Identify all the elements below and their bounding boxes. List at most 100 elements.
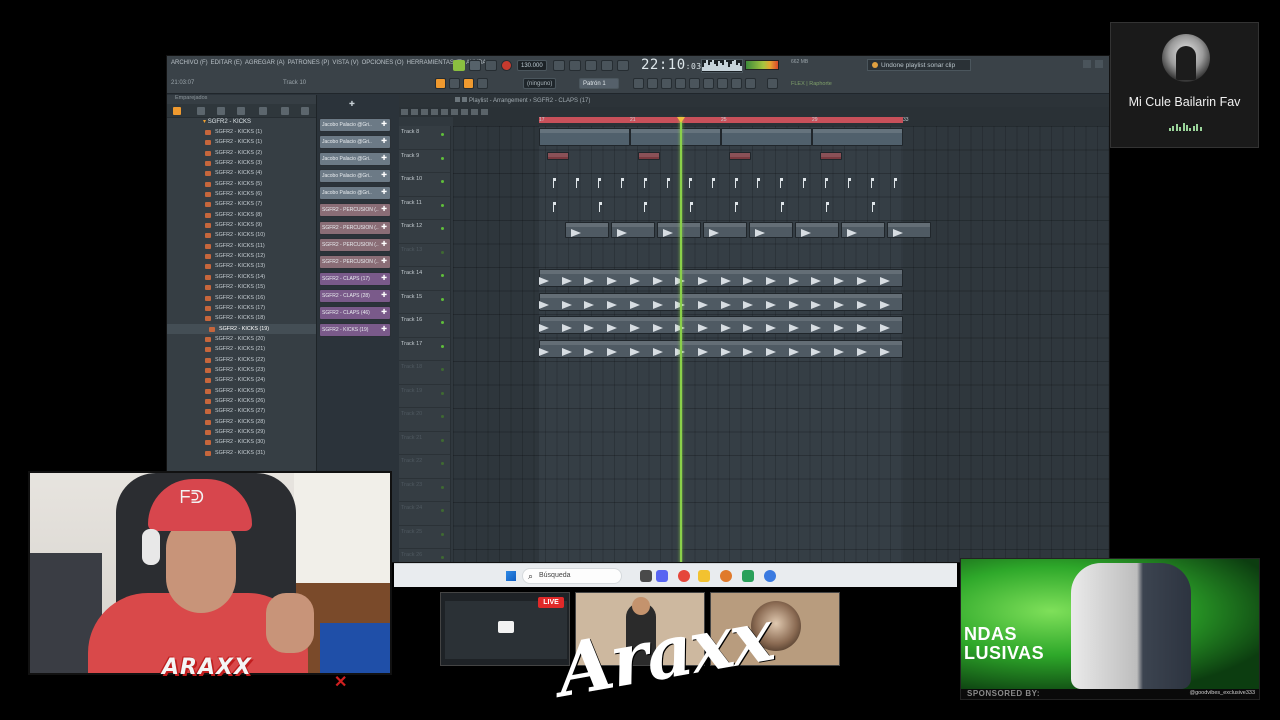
browser-back-icon[interactable] bbox=[197, 107, 205, 115]
track-header[interactable]: Track 25 bbox=[399, 526, 450, 549]
track-header[interactable]: Track 23 bbox=[399, 479, 450, 502]
browser-folder[interactable]: SGFR2 - KICKS bbox=[167, 118, 316, 127]
arrangement-grid[interactable] bbox=[453, 126, 1109, 562]
stop-button[interactable] bbox=[485, 60, 497, 71]
pattern-selector[interactable]: (ninguno) bbox=[523, 78, 557, 89]
obs-icon[interactable] bbox=[764, 570, 776, 582]
browser-item[interactable]: SGFR2 - KICKS (16) bbox=[167, 293, 316, 303]
clip-source-item[interactable]: SGFR2 - CLAPS (46) bbox=[319, 306, 391, 321]
browser-star-icon[interactable] bbox=[281, 107, 289, 115]
browser-item[interactable]: SGFR2 - KICKS (28) bbox=[167, 417, 316, 427]
snap-icon[interactable] bbox=[435, 78, 446, 89]
clip-source-item[interactable]: SGFR2 - KICKS (19) bbox=[319, 323, 391, 338]
clip-source-item[interactable]: SGFR2 - CLAPS (17) bbox=[319, 271, 391, 286]
track-header[interactable]: Track 24 bbox=[399, 502, 450, 526]
menu-item[interactable]: VISTA (V) bbox=[332, 60, 358, 66]
zoom-tool-icon[interactable] bbox=[471, 109, 478, 115]
clip-source-item[interactable]: Jacobo Palacio @Gri.. bbox=[319, 169, 391, 184]
browser-item[interactable]: SGFR2 - KICKS (14) bbox=[167, 272, 316, 282]
browser-item[interactable]: SGFR2 - KICKS (21) bbox=[167, 344, 316, 354]
time-display[interactable]: 22:10:03 bbox=[641, 57, 702, 73]
browser-forward-icon[interactable] bbox=[217, 107, 225, 115]
clip-source-item[interactable]: Jacobo Palacio @Gri.. bbox=[319, 152, 391, 167]
slip-tool-icon[interactable] bbox=[441, 109, 448, 115]
delete-tool-icon[interactable] bbox=[421, 109, 428, 115]
track-header[interactable]: Track 19 bbox=[399, 385, 450, 408]
clip-source-item[interactable]: SGFR2 - PERCUSION (.. bbox=[319, 254, 391, 269]
minimize-icon[interactable] bbox=[1083, 60, 1091, 68]
browser-item[interactable]: SGFR2 - KICKS (11) bbox=[167, 241, 316, 251]
menu-item[interactable]: OPCIONES (O) bbox=[362, 60, 404, 66]
track-header[interactable]: Track 26 bbox=[399, 549, 450, 562]
paint-tool-icon[interactable] bbox=[411, 109, 418, 115]
blend-notes-icon[interactable] bbox=[601, 60, 613, 71]
track-header[interactable]: Track 16 bbox=[399, 314, 450, 338]
mic-icon[interactable] bbox=[731, 78, 742, 89]
wait-input-icon[interactable] bbox=[569, 60, 581, 71]
track-header[interactable]: Track 20 bbox=[399, 408, 450, 432]
news-icon[interactable] bbox=[767, 78, 778, 89]
play-button[interactable] bbox=[469, 60, 481, 71]
channel-rack-icon[interactable] bbox=[647, 78, 658, 89]
loop-record-icon[interactable] bbox=[617, 60, 629, 71]
pattern-clip[interactable] bbox=[630, 128, 721, 146]
browser-item[interactable]: SGFR2 - KICKS (1) bbox=[167, 137, 316, 147]
browser-item[interactable]: SGFR2 - KICKS (4) bbox=[167, 168, 316, 178]
track-header[interactable]: Track 18 bbox=[399, 361, 450, 385]
track-header[interactable]: Track 22 bbox=[399, 455, 450, 479]
clip-source-item[interactable]: SGFR2 - PERCUSION (.. bbox=[319, 203, 391, 218]
playlist-snap-icon[interactable] bbox=[462, 97, 467, 102]
track-header[interactable]: Track 8 bbox=[399, 126, 450, 150]
pattern-clip[interactable] bbox=[729, 152, 751, 160]
app-icon[interactable] bbox=[742, 570, 754, 582]
mute-tool-icon[interactable] bbox=[431, 109, 438, 115]
plugin-picker-icon[interactable] bbox=[689, 78, 700, 89]
fl-studio-taskbar-icon[interactable] bbox=[720, 570, 732, 582]
browser-item[interactable]: SGFR2 - KICKS (7) bbox=[167, 199, 316, 209]
browser-menu-icon[interactable] bbox=[173, 107, 181, 115]
browser-item[interactable]: SGFR2 - KICKS (26) bbox=[167, 396, 316, 406]
browser-item[interactable]: SGFR2 - KICKS (22) bbox=[167, 355, 316, 365]
taskbar-search[interactable]: Búsqueda bbox=[522, 568, 622, 584]
clip-source-item[interactable]: Jacobo Palacio @Gri.. bbox=[319, 118, 391, 132]
menu-item[interactable]: AGREGAR (A) bbox=[245, 60, 285, 66]
menu-item[interactable]: PATRONES (P) bbox=[288, 60, 330, 66]
windows-start-icon[interactable] bbox=[506, 571, 516, 581]
file-explorer-icon[interactable] bbox=[698, 570, 710, 582]
browser-item[interactable]: SGFR2 - KICKS (12) bbox=[167, 251, 316, 261]
countdown-icon[interactable] bbox=[585, 60, 597, 71]
clip-source-item[interactable]: Jacobo Palacio @Gri.. bbox=[319, 135, 391, 150]
browser-item[interactable]: SGFR2 - KICKS (18) bbox=[167, 313, 316, 323]
browser-item[interactable]: SGFR2 - KICKS (5) bbox=[167, 179, 316, 189]
browser-item[interactable]: SGFR2 - KICKS (19) bbox=[167, 323, 316, 334]
draw-mode-icon[interactable] bbox=[463, 78, 474, 89]
paint-mode-icon[interactable] bbox=[477, 78, 488, 89]
pattern-clip[interactable] bbox=[812, 128, 903, 146]
browser-item[interactable]: SGFR2 - KICKS (25) bbox=[167, 386, 316, 396]
clip-source-item[interactable]: SGFR2 - CLAPS (28) bbox=[319, 288, 391, 303]
keyboard-icon[interactable] bbox=[745, 78, 756, 89]
pattern-picker[interactable]: Patrón 1 bbox=[579, 78, 619, 89]
chrome-icon[interactable] bbox=[678, 570, 690, 582]
select-tool-icon[interactable] bbox=[461, 109, 468, 115]
draw-tool-icon[interactable] bbox=[401, 109, 408, 115]
menu-item[interactable]: ARCHIVO (F) bbox=[171, 60, 208, 66]
piano-roll-icon[interactable] bbox=[661, 78, 672, 89]
browser-refresh-icon[interactable] bbox=[237, 107, 245, 115]
track-header[interactable]: Track 14 bbox=[399, 267, 450, 291]
browser-item[interactable]: SGFR2 - KICKS (29) bbox=[167, 427, 316, 437]
mixer-icon[interactable] bbox=[633, 78, 644, 89]
pattern-clip[interactable] bbox=[638, 152, 660, 160]
discord-icon[interactable] bbox=[656, 570, 668, 582]
slice-tool-icon[interactable] bbox=[451, 109, 458, 115]
browser-item[interactable]: SGFR2 - KICKS (8) bbox=[167, 210, 316, 220]
task-view-icon[interactable] bbox=[640, 570, 652, 582]
pattern-clip[interactable] bbox=[721, 128, 812, 146]
track-header[interactable]: Track 21 bbox=[399, 432, 450, 455]
track-header[interactable]: Track 11 bbox=[399, 197, 450, 220]
clip-source-item[interactable]: Jacobo Palacio @Gri.. bbox=[319, 186, 391, 201]
playlist-arrow-icon[interactable] bbox=[455, 97, 460, 102]
track-header[interactable]: Track 9 bbox=[399, 150, 450, 173]
pattern-clip[interactable] bbox=[820, 152, 842, 160]
browser-item[interactable]: SGFR2 - KICKS (23) bbox=[167, 365, 316, 375]
